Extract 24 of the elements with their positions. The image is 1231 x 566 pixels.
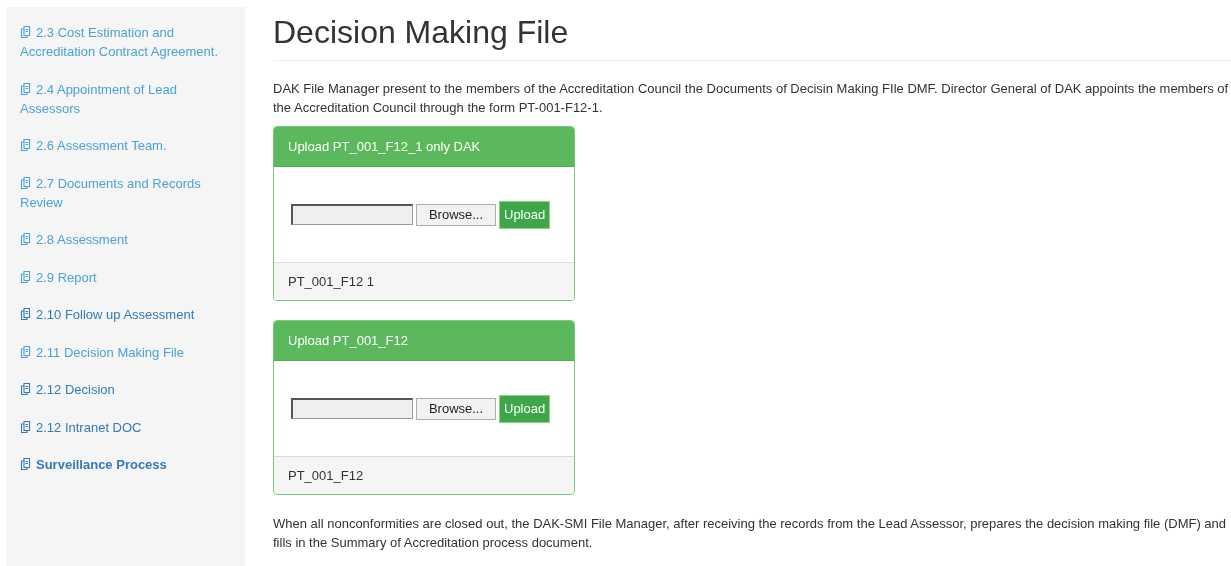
sidebar-link[interactable]: 2.10 Follow up Assessment <box>20 305 231 324</box>
intro-paragraph: DAK File Manager present to the members of the Accreditation Council the Documents of Decisin Making FIle DMF. Director General of DAK appoints the members of the Accreditation Council through the form PT-001-F12-1. <box>273 80 1230 117</box>
browse-button[interactable]: Browse... <box>416 397 496 420</box>
sidebar-link[interactable]: 2.9 Report <box>20 267 231 287</box>
sidebar-link[interactable]: 2.11 Decision Making File <box>20 342 231 362</box>
sidebar-link[interactable]: Surveillance Process <box>20 455 231 474</box>
file-name-field[interactable] <box>291 398 413 419</box>
file-name-field[interactable] <box>291 204 413 225</box>
summary-paragraph: When all nonconformities are closed out, the DAK-SMI File Manager, after receiving the records from the Lead Assessor, prepares the decision making file (DMF) and fills in the Summary of Accreditation process document. <box>273 515 1228 552</box>
sidebar-link[interactable]: 2.4 Appointment of Lead Assessors <box>20 79 231 118</box>
sidebar-link[interactable]: 2.8 Assessment <box>20 230 231 249</box>
sidebar-link[interactable]: 2.12 Decision <box>20 380 231 399</box>
upload-button[interactable]: Upload <box>499 200 551 229</box>
sidebar-link[interactable]: 2.7 Documents and Records Review <box>20 173 231 212</box>
sidebar-link[interactable]: 2.12 Intranet DOC <box>20 417 231 437</box>
panel-heading: Upload PT_001_F12 <box>274 321 574 360</box>
panel-footer: PT_001_F12 <box>274 456 574 494</box>
sidebar-link[interactable]: 2.6 Assessment Team. <box>20 136 231 155</box>
upload-button[interactable]: Upload <box>499 394 551 423</box>
browse-button[interactable]: Browse... <box>416 203 496 226</box>
page-title: Decision Making File <box>273 12 1231 61</box>
panel-heading: Upload PT_001_F12_1 only DAK <box>274 127 574 166</box>
panel-footer: PT_001_F12 1 <box>274 262 574 300</box>
sidebar-link[interactable]: 2.3 Cost Estimation and Accreditation Contract Agreement. <box>20 23 231 61</box>
